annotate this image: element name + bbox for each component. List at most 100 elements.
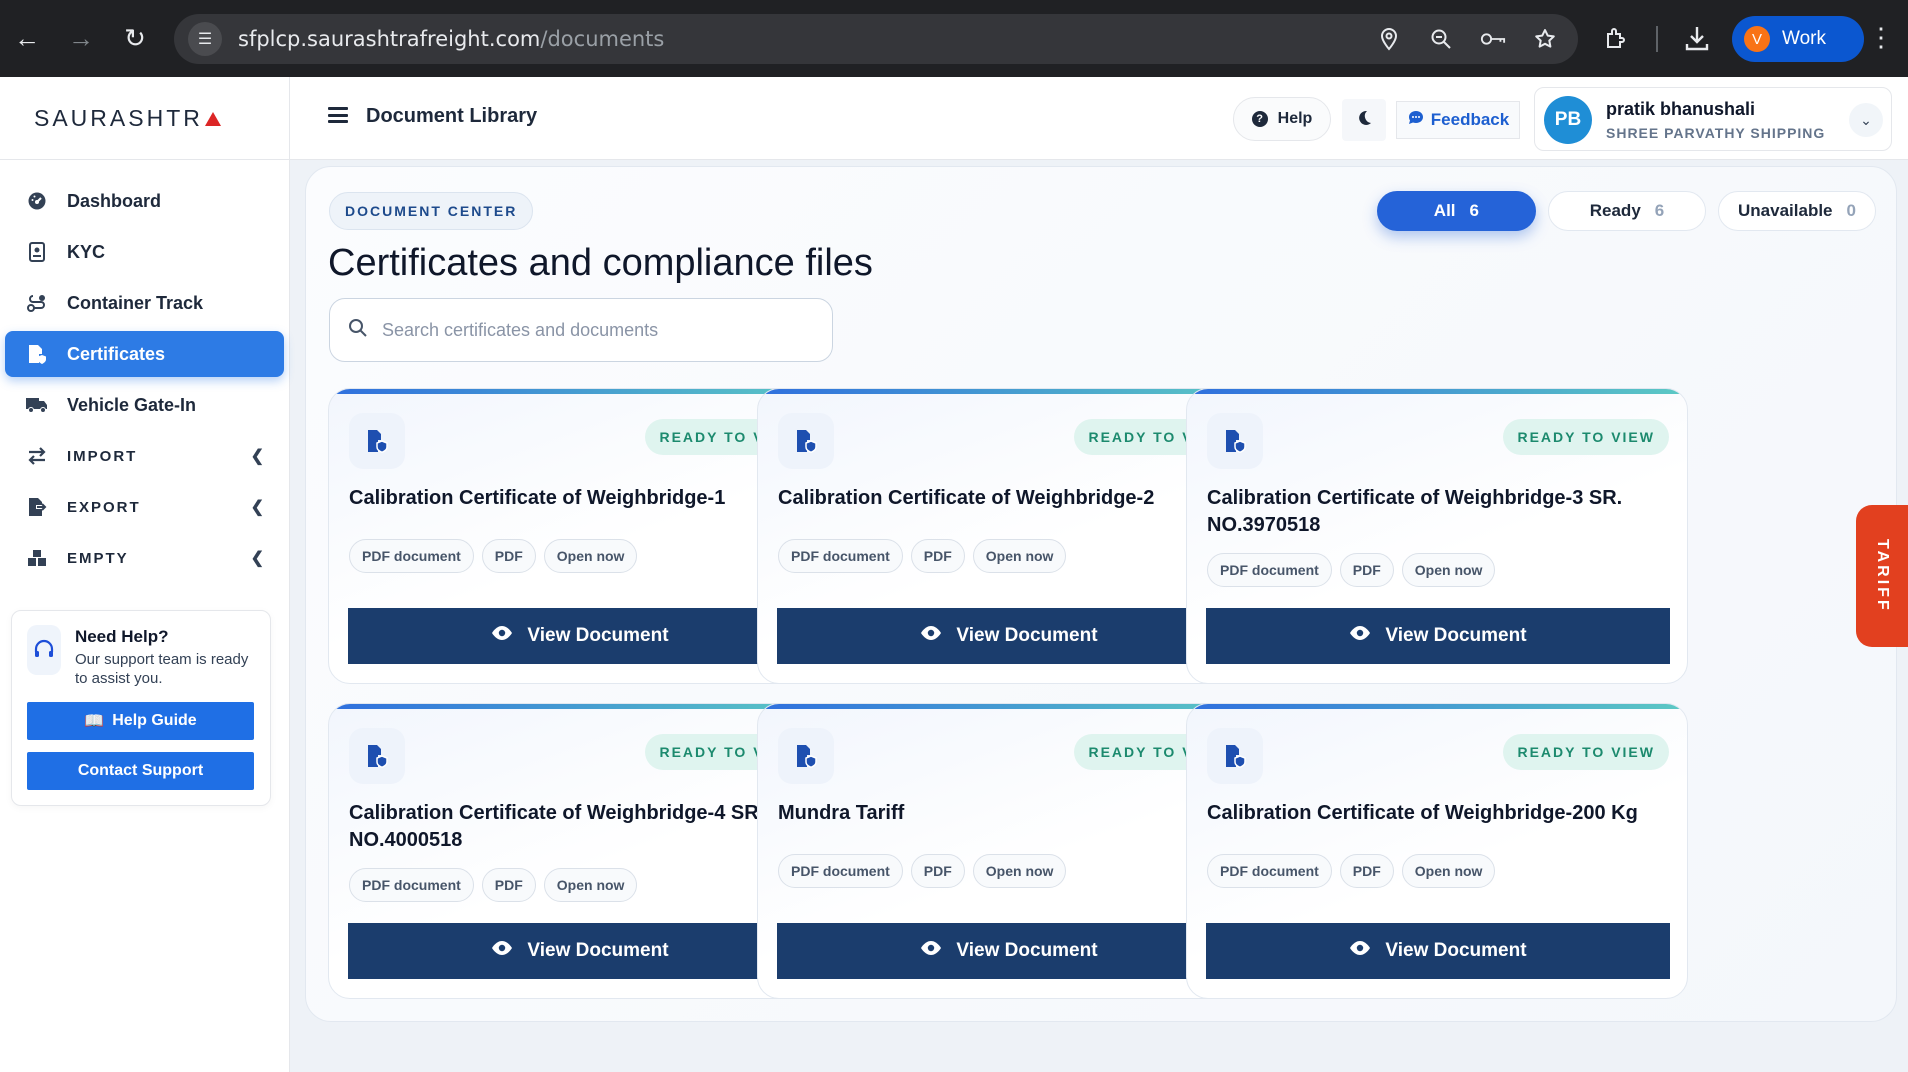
- sidebar-item-vehicle-gate-in[interactable]: Vehicle Gate-In: [5, 382, 284, 428]
- filter-group: All 6 Ready 6 Unavailable 0: [1376, 191, 1876, 231]
- filter-label: Ready: [1589, 201, 1641, 220]
- id-card-icon: [25, 240, 49, 264]
- feedback-button[interactable]: Feedback: [1396, 101, 1520, 139]
- document-title: Calibration Certificate of Weighbridge-2: [778, 487, 1155, 509]
- browser-toolbar: ← → ↻ ☰ sfplcp.saurashtrafreight.com/doc…: [0, 0, 1908, 77]
- url-path: /documents: [540, 27, 665, 51]
- extensions-icon[interactable]: [1604, 26, 1628, 55]
- profile-label: Work: [1782, 28, 1826, 49]
- view-document-button[interactable]: View Document: [777, 608, 1241, 664]
- section-badge: DOCUMENT CENTER: [329, 192, 534, 230]
- top-header: Document Library ? Help Feedback PB prat…: [290, 77, 1908, 160]
- document-card: READY TO VIEW Calibration Certificate of…: [1186, 388, 1688, 684]
- view-document-label: View Document: [956, 625, 1098, 646]
- sidebar-item-label: Certificates: [67, 343, 166, 364]
- chip-type: PDF document: [349, 539, 474, 573]
- reload-icon[interactable]: ↻: [108, 12, 162, 66]
- filter-all[interactable]: All 6: [1376, 191, 1536, 231]
- search-icon: [348, 318, 368, 343]
- search-placeholder: Search certificates and documents: [382, 319, 659, 340]
- document-title: Calibration Certificate of Weighbridge-4…: [349, 802, 765, 851]
- filter-label: All: [1433, 201, 1456, 220]
- brand-logo[interactable]: SAURASHTR: [0, 77, 289, 160]
- back-icon[interactable]: ←: [0, 12, 54, 66]
- location-icon[interactable]: [1376, 26, 1402, 52]
- chip-format: PDF: [481, 539, 536, 573]
- help-label: Help: [1277, 110, 1313, 127]
- page-title: Document Library: [366, 105, 538, 127]
- file-shield-icon: [1207, 413, 1263, 469]
- sidebar-item-label: EXPORT: [67, 498, 141, 516]
- site-info-icon[interactable]: ☰: [188, 22, 222, 56]
- eye-icon: [491, 625, 513, 647]
- view-document-button[interactable]: View Document: [1206, 923, 1670, 979]
- contact-support-label: Contact Support: [77, 762, 204, 779]
- dark-mode-toggle[interactable]: [1342, 99, 1386, 141]
- sidebar-item-certificates[interactable]: Certificates: [5, 331, 284, 377]
- url-text[interactable]: sfplcp.saurashtrafreight.com/documents: [238, 27, 664, 51]
- view-document-button[interactable]: View Document: [348, 923, 812, 979]
- arrows-icon: [25, 444, 49, 468]
- password-key-icon[interactable]: [1480, 26, 1506, 52]
- bookmark-star-icon[interactable]: [1532, 26, 1558, 52]
- filter-unavailable[interactable]: Unavailable 0: [1718, 191, 1876, 231]
- sidebar-item-label: KYC: [67, 241, 106, 262]
- file-shield-icon: [778, 728, 834, 784]
- filter-ready[interactable]: Ready 6: [1548, 191, 1706, 231]
- help-guide-button[interactable]: 📖 Help Guide: [27, 702, 254, 740]
- card-accent-bar: [1187, 704, 1687, 709]
- sidebar-item-label: EMPTY: [67, 549, 129, 567]
- chip-type: PDF document: [1207, 553, 1332, 587]
- sidebar-item-kyc[interactable]: KYC: [5, 229, 284, 275]
- menu-toggle-icon[interactable]: [328, 107, 348, 123]
- tariff-label: TARIFF: [1874, 539, 1891, 613]
- sidebar-item-empty[interactable]: EMPTY ❮: [5, 535, 284, 581]
- document-card: READY TO VIEW Calibration Certificate of…: [757, 388, 1259, 684]
- profile-button[interactable]: V Work: [1732, 16, 1864, 62]
- chip-type: PDF document: [1207, 854, 1332, 888]
- sidebar-item-dashboard[interactable]: Dashboard: [5, 178, 284, 224]
- sidebar-item-label: IMPORT: [67, 447, 138, 465]
- file-shield-icon: [1207, 728, 1263, 784]
- avatar: PB: [1544, 96, 1592, 144]
- address-bar[interactable]: ☰ sfplcp.saurashtrafreight.com/documents: [174, 14, 1578, 64]
- chevron-down-icon[interactable]: ⌄: [1849, 103, 1883, 137]
- chip-availability: Open now: [543, 539, 638, 573]
- logo-text: SAURASHTR: [34, 104, 203, 131]
- chip-availability: Open now: [972, 854, 1067, 888]
- chip-format: PDF: [481, 868, 536, 902]
- sidebar-item-label: Vehicle Gate-In: [67, 394, 197, 415]
- headset-icon: [27, 625, 61, 675]
- user-name: pratik bhanushali: [1606, 99, 1756, 119]
- view-document-button[interactable]: View Document: [777, 923, 1241, 979]
- view-document-button[interactable]: View Document: [348, 608, 812, 664]
- document-title: Calibration Certificate of Weighbridge-3…: [1207, 487, 1623, 536]
- filter-count: 6: [1469, 201, 1479, 220]
- chevron-left-icon: ❮: [250, 499, 264, 516]
- chip-row: PDF document PDF Open now: [349, 539, 638, 573]
- eye-icon: [1349, 625, 1371, 647]
- user-menu[interactable]: PB pratik bhanushali SHREE PARVATHY SHIP…: [1534, 87, 1892, 151]
- sidebar-item-container-track[interactable]: Container Track: [5, 280, 284, 326]
- document-title: Mundra Tariff: [778, 802, 905, 824]
- document-card: READY TO VIEW Calibration Certificate of…: [328, 703, 830, 999]
- sidebar-item-label: Container Track: [67, 292, 204, 313]
- sidebar-item-export[interactable]: EXPORT ❮: [5, 484, 284, 530]
- filter-label: Unavailable: [1738, 201, 1833, 220]
- search-input[interactable]: Search certificates and documents: [329, 298, 833, 362]
- section-heading: Certificates and compliance files: [328, 242, 873, 284]
- sidebar-item-import[interactable]: IMPORT ❮: [5, 433, 284, 479]
- zoom-icon[interactable]: [1428, 26, 1454, 52]
- card-accent-bar: [758, 704, 1258, 709]
- view-document-button[interactable]: View Document: [1206, 608, 1670, 664]
- browser-menu-icon[interactable]: ⋮: [1868, 22, 1894, 53]
- book-icon: 📖: [84, 713, 105, 730]
- tariff-tab[interactable]: TARIFF: [1856, 505, 1908, 647]
- truck-icon: [25, 393, 49, 417]
- help-button[interactable]: ? Help: [1233, 97, 1331, 141]
- contact-support-button[interactable]: Contact Support: [27, 752, 254, 790]
- chip-format: PDF: [1339, 553, 1394, 587]
- download-icon[interactable]: [1684, 24, 1710, 57]
- forward-icon[interactable]: →: [54, 12, 108, 66]
- view-document-label: View Document: [527, 625, 669, 646]
